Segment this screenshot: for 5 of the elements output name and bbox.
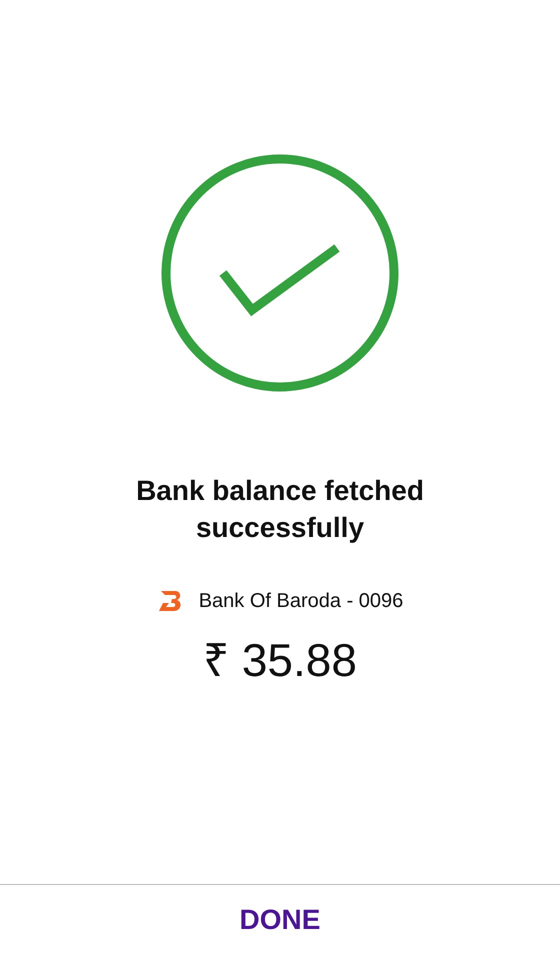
success-check-icon (161, 154, 399, 392)
status-title: Bank balance fetched successfully (135, 474, 425, 545)
bank-account-label: Bank Of Baroda - 0096 (198, 589, 404, 614)
done-button[interactable]: DONE (224, 890, 336, 948)
balance-amount: ₹ 35.88 (203, 633, 357, 688)
